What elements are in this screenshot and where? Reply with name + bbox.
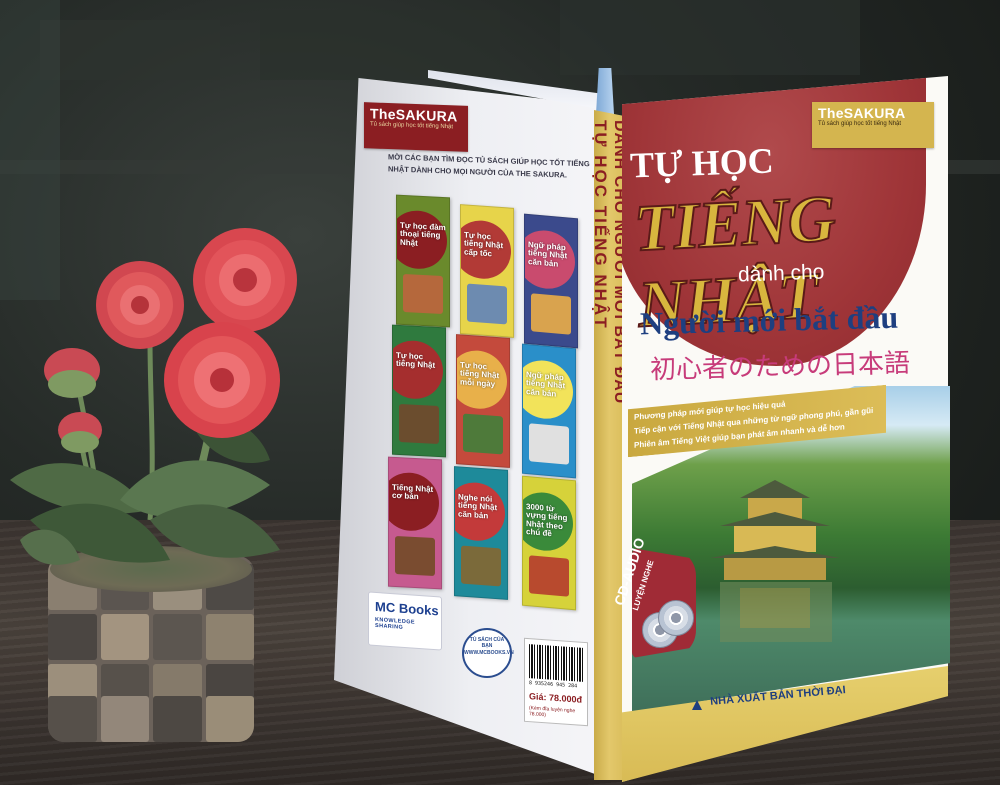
book: TheSAKURA Tủ sách giúp học tốt tiếng Nhậ… xyxy=(0,0,1000,785)
publisher-logo-icon xyxy=(692,700,702,710)
barcode-digits: 8 935246 945 284 xyxy=(529,680,578,690)
related-book-thumbnail: Tự học tiếng Nhật mỗi ngày xyxy=(456,334,510,468)
thumbnail-title: Nghe nói tiếng Nhật căn bản xyxy=(458,492,498,521)
thumbnail-image xyxy=(403,273,443,315)
related-book-thumbnail: Tự học tiếng Nhật xyxy=(392,324,446,458)
thumbnail-image xyxy=(467,283,507,325)
bookmark-ribbon xyxy=(596,68,614,114)
thumbnail-image xyxy=(531,293,571,335)
related-book-thumbnail: Nghe nói tiếng Nhật căn bản xyxy=(454,466,508,600)
thumbnail-image xyxy=(463,413,503,455)
related-book-thumbnail: Tự học đàm thoại tiếng Nhật xyxy=(396,194,450,328)
barcode-label: 8 935246 945 284 Giá: 78.000đ (Kèm đĩa l… xyxy=(524,637,588,727)
related-book-thumbnail: Ngữ pháp tiếng Nhật căn bản xyxy=(524,213,578,349)
related-book-thumbnail: Tự học tiếng Nhật cấp tốc xyxy=(460,204,514,338)
stamp-top-text: TỦ SÁCH CỦA BẠN xyxy=(469,637,505,649)
stamp-url: WWW.MCBOOKS.VN xyxy=(464,650,514,656)
book-subtitle: Người mới bắt đầu xyxy=(639,298,899,342)
barcode-bars xyxy=(529,644,583,682)
thumbnail-image xyxy=(529,555,569,597)
title-line-3: dành cho xyxy=(737,260,825,287)
thumbnail-image xyxy=(399,403,439,445)
mcbooks-logo: MC Books KNOWLEDGE SHARING xyxy=(368,591,442,651)
price: Giá: 78.000đ xyxy=(529,691,583,705)
brand-name: TheSAKURA xyxy=(818,105,906,121)
thumbnail-title: Ngữ pháp tiếng Nhật căn bản xyxy=(528,239,568,269)
front-brand-logo: TheSAKURA Tủ sách giúp học tốt tiếng Nhậ… xyxy=(812,102,934,148)
price-note: (Kèm đĩa luyện nghe 78.000) xyxy=(529,705,576,719)
thumbnail-title: Tự học tiếng Nhật xyxy=(396,350,436,371)
thumbnail-title: Tiếng Nhật cơ bản xyxy=(392,482,434,502)
related-book-thumbnail: Tiếng Nhật cơ bản xyxy=(388,456,442,590)
title-line-1: TỰ HỌC xyxy=(629,140,775,186)
thumbnail-title: Ngữ pháp tiếng Nhật căn bản xyxy=(526,369,566,399)
spine-title-left: TỰ HỌC TIẾNG NHẬT xyxy=(591,120,610,330)
logo-tagline: KNOWLEDGE SHARING xyxy=(375,616,415,631)
related-book-thumbnail: 3000 từ vựng tiếng Nhật theo chủ đề xyxy=(522,475,576,611)
thumbnail-image xyxy=(529,423,569,465)
mcbooks-stamp: TỦ SÁCH CỦA BẠN WWW.MCBOOKS.VN xyxy=(462,628,514,678)
thumbnail-title: Tự học tiếng Nhật mỗi ngày xyxy=(460,360,500,389)
back-brand-logo: TheSAKURA Tủ sách giúp học tốt tiếng Nhậ… xyxy=(364,102,468,152)
thumbnail-title: 3000 từ vựng tiếng Nhật theo chủ đề xyxy=(526,501,568,539)
thumbnail-image xyxy=(395,535,435,577)
logo-name: MC Books xyxy=(375,598,439,619)
thumbnail-image xyxy=(461,545,501,587)
cd-disc-icon xyxy=(658,600,694,636)
japanese-title: 初心者のための日本語 xyxy=(649,347,911,385)
golden-pavilion-illustration xyxy=(710,480,840,642)
brand-tagline: Tủ sách giúp học tốt tiếng Nhật xyxy=(818,121,902,127)
thumbnail-title: Tự học đàm thoại tiếng Nhật xyxy=(400,220,446,248)
photo-scene: TheSAKURA Tủ sách giúp học tốt tiếng Nhậ… xyxy=(0,0,1000,785)
related-book-thumbnail: Ngữ pháp tiếng Nhật căn bản xyxy=(522,343,576,479)
thumbnail-title: Tự học tiếng Nhật cấp tốc xyxy=(464,230,504,259)
